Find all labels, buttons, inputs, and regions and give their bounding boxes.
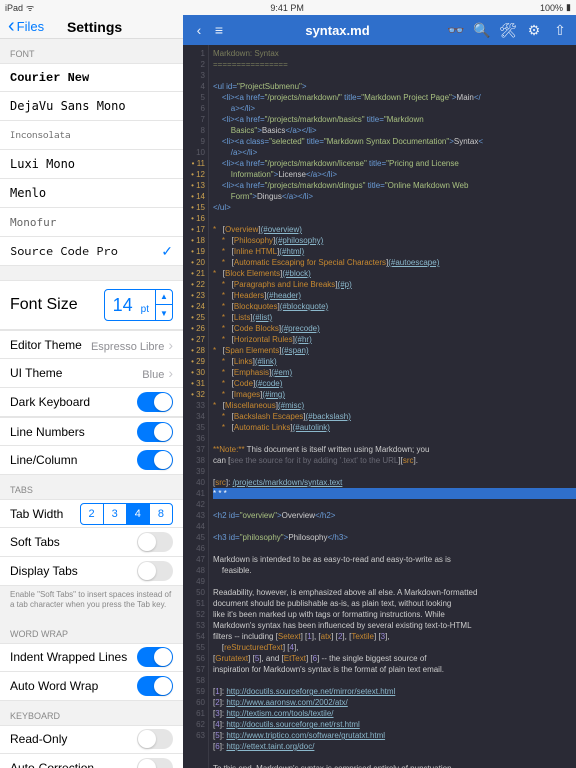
auto-correction-toggle[interactable] <box>137 758 173 768</box>
settings-title: Settings <box>14 19 175 35</box>
font-option-monofur[interactable]: Monofur <box>0 208 183 237</box>
font-option-scp[interactable]: Source Code Pro✓ <box>0 237 183 266</box>
stepper-up-icon[interactable]: ▲ <box>156 289 172 305</box>
tab-width-segmented[interactable]: 2 3 4 8 <box>80 503 174 525</box>
tools-icon[interactable]: 🛠 <box>498 20 518 40</box>
read-only-cell: Read-Only <box>0 725 183 754</box>
chevron-right-icon: › <box>168 365 173 381</box>
font-size-label: Font Size <box>10 296 78 314</box>
display-tabs-toggle[interactable] <box>137 561 173 581</box>
code-editor[interactable]: 12345678910• 11• 12• 13• 14• 15• 16• 17•… <box>183 45 576 768</box>
settings-icon[interactable]: ⚙ <box>524 20 544 40</box>
display-tabs-cell: Display Tabs <box>0 557 183 586</box>
section-wrap-label: WORD WRAP <box>0 619 183 643</box>
line-numbers-toggle[interactable] <box>137 422 173 442</box>
chevron-right-icon: › <box>168 337 173 353</box>
back-icon[interactable]: ‹ <box>189 20 209 40</box>
soft-tabs-toggle[interactable] <box>137 532 173 552</box>
share-icon[interactable]: ⇧ <box>550 20 570 40</box>
search-icon[interactable]: 🔍 <box>472 20 492 40</box>
wifi-icon: ᯤ <box>26 1 34 14</box>
editor-panel: ‹ ≡ syntax.md 👓 🔍 🛠 ⚙ ⇧ 12345678910• 11•… <box>183 15 576 768</box>
section-keyboard-label: KEYBOARD <box>0 701 183 725</box>
indent-wrapped-cell: Indent Wrapped Lines <box>0 643 183 672</box>
font-option-inconsolata[interactable]: Inconsolata <box>0 121 183 150</box>
auto-wrap-toggle[interactable] <box>137 676 173 696</box>
section-tabs-label: TABS <box>0 475 183 499</box>
status-bar: iPad ᯤ 9:41 PM 100% ▮ <box>0 0 576 15</box>
auto-correction-cell: Auto-Correction <box>0 754 183 768</box>
ui-theme-cell[interactable]: UI ThemeBlue› <box>0 359 183 388</box>
editor-theme-cell[interactable]: Editor ThemeEspresso Libre› <box>0 330 183 359</box>
font-option-luxi[interactable]: Luxi Mono <box>0 150 183 179</box>
auto-wrap-cell: Auto Word Wrap <box>0 672 183 701</box>
font-option-menlo[interactable]: Menlo <box>0 179 183 208</box>
font-size-stepper[interactable]: 14 pt ▲ ▼ <box>104 289 173 321</box>
font-size-cell: Font Size 14 pt ▲ ▼ <box>0 280 183 330</box>
dark-keyboard-cell: Dark Keyboard <box>0 388 183 417</box>
battery-label: 100% <box>540 3 563 13</box>
line-numbers-cell: Line Numbers <box>0 417 183 446</box>
list-icon[interactable]: ≡ <box>209 20 229 40</box>
stepper-down-icon[interactable]: ▼ <box>156 305 172 321</box>
section-font-label: FONT <box>0 39 183 63</box>
line-gutter: 12345678910• 11• 12• 13• 14• 15• 16• 17•… <box>183 45 209 768</box>
carrier-label: iPad <box>5 3 23 13</box>
line-column-cell: Line/Column <box>0 446 183 475</box>
settings-panel: Files Settings FONT Courier New DejaVu S… <box>0 15 183 768</box>
check-icon: ✓ <box>161 243 173 260</box>
tab-width-cell: Tab Width 2 3 4 8 <box>0 499 183 528</box>
preview-icon[interactable]: 👓 <box>446 20 466 40</box>
font-option-courier[interactable]: Courier New <box>0 63 183 92</box>
code-content[interactable]: Markdown: Syntax================ <ul id=… <box>209 45 576 768</box>
dark-keyboard-toggle[interactable] <box>137 392 173 412</box>
settings-header: Files Settings <box>0 15 183 39</box>
indent-wrapped-toggle[interactable] <box>137 647 173 667</box>
status-time: 9:41 PM <box>270 3 304 13</box>
read-only-toggle[interactable] <box>137 729 173 749</box>
file-title: syntax.md <box>229 23 446 38</box>
font-option-dejavu[interactable]: DejaVu Sans Mono <box>0 92 183 121</box>
soft-tabs-cell: Soft Tabs <box>0 528 183 557</box>
battery-icon: ▮ <box>566 2 571 13</box>
editor-header: ‹ ≡ syntax.md 👓 🔍 🛠 ⚙ ⇧ <box>183 15 576 45</box>
soft-tabs-note: Enable "Soft Tabs" to insert spaces inst… <box>0 586 183 619</box>
line-column-toggle[interactable] <box>137 450 173 470</box>
